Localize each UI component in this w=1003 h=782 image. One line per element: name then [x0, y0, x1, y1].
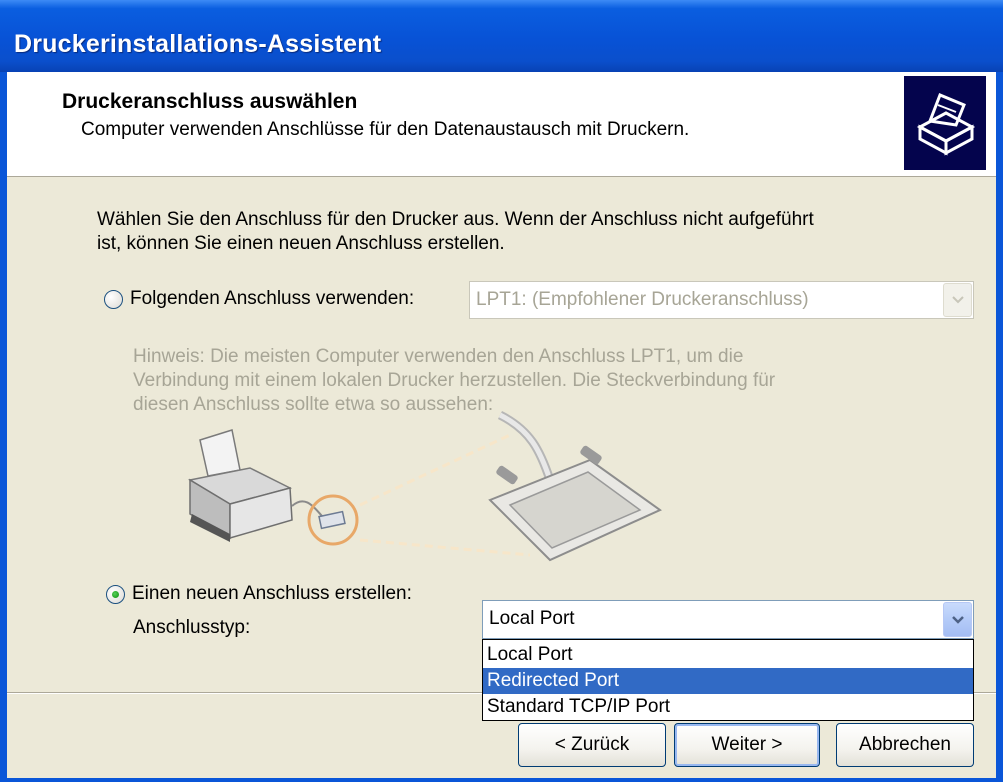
page-title: Druckeranschluss auswählen: [62, 90, 358, 113]
chevron-down-icon[interactable]: [943, 602, 972, 637]
option-redirected-port[interactable]: Redirected Port: [483, 668, 973, 694]
existing-port-radio[interactable]: [104, 290, 123, 309]
existing-port-value: LPT1: (Empfohlener Druckeranschluss): [476, 289, 809, 310]
port-type-label: Anschlusstyp:: [133, 617, 251, 638]
printer-icon: [904, 76, 986, 170]
back-button[interactable]: < Zurück: [518, 723, 666, 767]
title-bar[interactable]: Druckerinstallations-Assistent: [0, 0, 1003, 72]
page-subtitle: Computer verwenden Anschlüsse für den Da…: [81, 119, 690, 140]
intro-line-1: Wählen Sie den Anschluss für den Drucker…: [97, 209, 814, 230]
existing-port-select: LPT1: (Empfohlener Druckeranschluss): [469, 281, 974, 319]
option-local-port[interactable]: Local Port: [483, 642, 973, 668]
hint-line-2: Verbindung mit einem lokalen Drucker her…: [133, 370, 776, 391]
hint-line-1: Hinweis: Die meisten Computer verwenden …: [133, 346, 744, 367]
chevron-down-icon: [943, 283, 972, 317]
option-standard-tcpip-port[interactable]: Standard TCP/IP Port: [483, 694, 973, 720]
radio-selected-dot: [112, 591, 119, 598]
parallel-port-illustration: [187, 410, 662, 562]
cancel-button[interactable]: Abbrechen: [836, 723, 974, 767]
window-title: Druckerinstallations-Assistent: [14, 30, 382, 58]
wizard-header: Druckeranschluss auswählen Computer verw…: [7, 72, 996, 177]
port-type-value: Local Port: [489, 608, 575, 629]
port-type-dropdown[interactable]: Local Port Redirected Port Standard TCP/…: [482, 639, 974, 721]
port-type-select[interactable]: Local Port: [482, 600, 974, 639]
new-port-label[interactable]: Einen neuen Anschluss erstellen:: [132, 582, 412, 606]
new-port-radio[interactable]: [106, 585, 125, 604]
intro-line-2: ist, können Sie einen neuen Anschluss er…: [97, 233, 505, 254]
next-button[interactable]: Weiter >: [674, 723, 820, 767]
existing-port-label[interactable]: Folgenden Anschluss verwenden:: [130, 287, 414, 311]
